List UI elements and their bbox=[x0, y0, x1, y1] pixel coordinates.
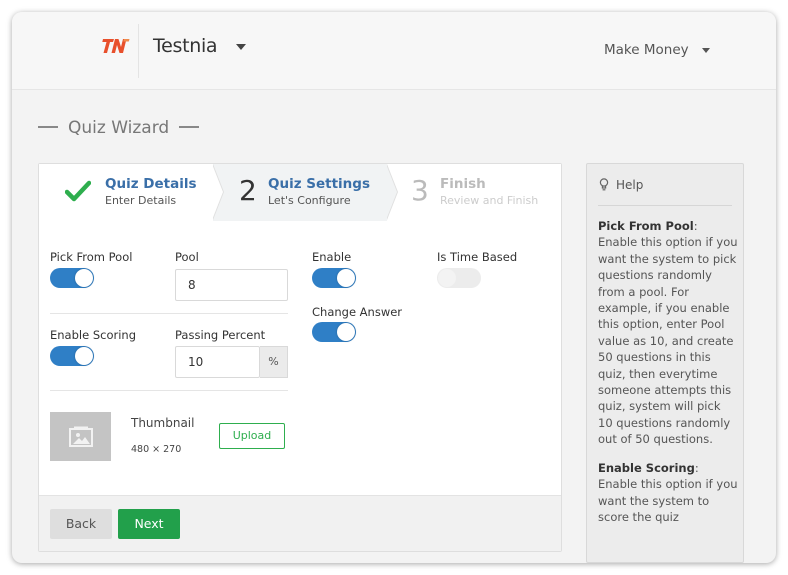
toggle-knob bbox=[337, 269, 355, 287]
divider bbox=[50, 313, 288, 314]
help-text: Enable this option if you want the syste… bbox=[598, 477, 738, 524]
thumbnail-label: Thumbnail bbox=[131, 416, 195, 430]
step-subtitle: Enter Details bbox=[105, 194, 177, 207]
step-subtitle: Review and Finish bbox=[440, 194, 539, 207]
pick-from-pool-label: Pick From Pool bbox=[50, 250, 133, 264]
passing-percent-label: Passing Percent bbox=[175, 328, 266, 342]
step-title: Quiz Details bbox=[105, 176, 197, 192]
step-arrow bbox=[212, 164, 223, 220]
wizard-footer: Back Next bbox=[39, 495, 561, 551]
app-window: Testnia Make Money Quiz Wizard Quiz Deta… bbox=[12, 12, 776, 563]
wizard-card: Quiz Details Enter Details 2 Quiz Settin… bbox=[38, 163, 562, 552]
enable-label: Enable bbox=[312, 250, 352, 264]
page-title-text: Quiz Wizard bbox=[68, 118, 170, 138]
check-icon bbox=[65, 180, 91, 202]
image-icon bbox=[69, 426, 93, 447]
top-bar: Testnia Make Money bbox=[12, 12, 776, 90]
help-heading: Help bbox=[599, 178, 643, 192]
upload-button[interactable]: Upload bbox=[219, 423, 285, 449]
wizard-steps: Quiz Details Enter Details 2 Quiz Settin… bbox=[39, 164, 561, 221]
percent-addon: % bbox=[260, 346, 288, 378]
pick-from-pool-toggle[interactable] bbox=[50, 268, 94, 288]
help-text: Enable this option if you want the syste… bbox=[598, 235, 738, 447]
step-finish[interactable]: 3 Finish Review and Finish bbox=[387, 164, 561, 221]
enable-toggle[interactable] bbox=[312, 268, 356, 288]
is-time-based-toggle[interactable] bbox=[437, 268, 481, 288]
back-button[interactable]: Back bbox=[50, 509, 112, 539]
help-paragraph: Pick From Pool: Enable this option if you… bbox=[598, 219, 738, 447]
pool-label: Pool bbox=[175, 250, 199, 264]
account-dropdown-caret-icon[interactable] bbox=[702, 48, 710, 53]
step-title: Finish bbox=[440, 176, 486, 192]
toggle-knob bbox=[75, 269, 93, 287]
step-number: 2 bbox=[239, 174, 257, 207]
title-dash-left bbox=[38, 126, 58, 128]
toggle-knob bbox=[337, 323, 355, 341]
divider bbox=[50, 390, 288, 391]
testnia-logo-icon[interactable] bbox=[102, 36, 130, 56]
next-button[interactable]: Next bbox=[118, 509, 180, 539]
enable-scoring-label: Enable Scoring bbox=[50, 328, 136, 342]
step-subtitle: Let's Configure bbox=[268, 194, 351, 207]
change-answer-label: Change Answer bbox=[312, 305, 403, 319]
lightbulb-icon bbox=[599, 178, 609, 191]
help-divider bbox=[598, 205, 732, 206]
brand-divider bbox=[138, 24, 139, 78]
enable-scoring-toggle[interactable] bbox=[50, 346, 94, 366]
step-quiz-details[interactable]: Quiz Details Enter Details bbox=[39, 164, 213, 221]
help-paragraph: Enable Scoring: Enable this option if you… bbox=[598, 460, 738, 524]
thumbnail-size: 480 × 270 bbox=[131, 444, 182, 455]
pool-input[interactable] bbox=[175, 269, 288, 301]
step-title: Quiz Settings bbox=[268, 176, 370, 192]
help-body: Pick From Pool: Enable this option if you… bbox=[598, 218, 738, 537]
page-title: Quiz Wizard bbox=[38, 118, 200, 138]
toggle-knob bbox=[75, 347, 93, 365]
help-heading-text: Help bbox=[616, 178, 644, 192]
help-term: Pick From Pool bbox=[598, 219, 694, 233]
thumbnail-placeholder[interactable] bbox=[50, 412, 111, 461]
toggle-knob bbox=[438, 269, 456, 287]
brand-dropdown-caret-icon[interactable] bbox=[236, 44, 246, 50]
change-answer-toggle[interactable] bbox=[312, 322, 356, 342]
is-time-based-label: Is Time Based bbox=[437, 250, 518, 264]
title-dash-right bbox=[179, 126, 200, 128]
step-quiz-settings[interactable]: 2 Quiz Settings Let's Configure bbox=[213, 164, 387, 221]
help-term: Enable Scoring bbox=[598, 460, 695, 475]
step-number: 3 bbox=[411, 174, 429, 207]
passing-percent-input[interactable] bbox=[175, 346, 260, 378]
brand-name[interactable]: Testnia bbox=[153, 35, 218, 57]
account-menu-label[interactable]: Make Money bbox=[604, 42, 689, 58]
step-arrow bbox=[386, 164, 397, 220]
help-panel: Help Pick From Pool: Enable this option i… bbox=[586, 163, 744, 563]
